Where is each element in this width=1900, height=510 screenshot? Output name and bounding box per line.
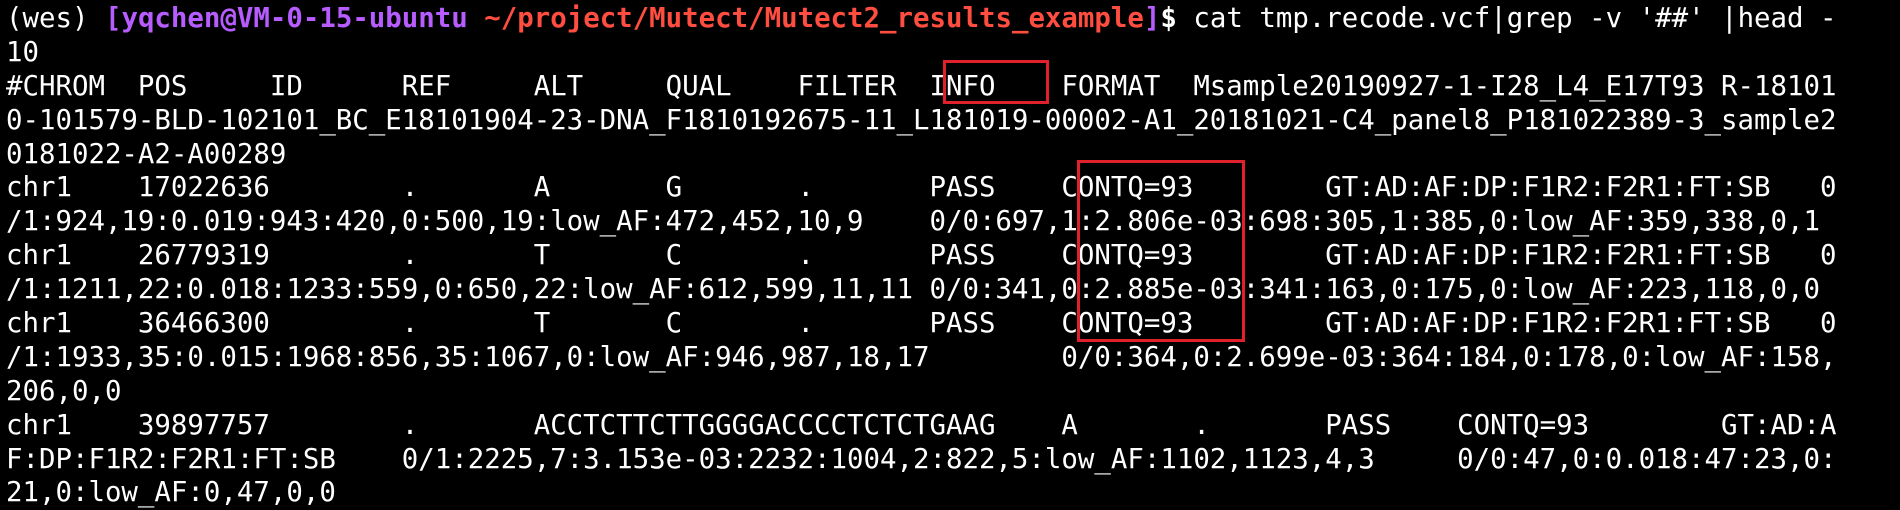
vcf-record-3-wrap-2: 206,0,0 (6, 375, 122, 407)
vcf-header-line: #CHROM POS ID REF ALT QUAL FILTER INFO F… (6, 70, 1837, 102)
vcf-record-4-wrap-1: F:DP:F1R2:F2R1:FT:SB 0/1:2225,7:3.153e-0… (6, 443, 1837, 475)
vcf-record-3-wrap-1: /1:1933,35:0.015:1968:856,35:1067,0:low_… (6, 341, 1837, 373)
vcf-record-3: chr1 36466300 . T C . PASS CONTQ=93 GT:A… (6, 308, 1837, 340)
vcf-record-4: chr1 39897757 . ACCTCTTCTTGGGGACCCCTCTCT… (6, 409, 1837, 441)
shell-command: cat tmp.recode.vcf|grep -v '##' |head - (1193, 3, 1837, 34)
vcf-record-2: chr1 26779319 . T C . PASS CONTQ=93 GT:A… (6, 240, 1837, 272)
conda-env-label: (wes) (6, 3, 105, 34)
vcf-record-4-wrap-2: 21,0:low_AF:0,47,0,0 (6, 477, 336, 509)
prompt-symbol: $ (1160, 3, 1194, 34)
prompt-close-bracket: ] (1143, 3, 1161, 34)
vcf-record-2-wrap: /1:1211,22:0.018:1233:559,0:650,22:low_A… (6, 274, 1820, 306)
prompt-user-host: yqchen@VM-0-15-ubuntu (121, 3, 468, 34)
vcf-record-1-wrap: /1:924,19:0.019:943:420,0:500,19:low_AF:… (6, 206, 1820, 238)
vcf-header-line-wrap-2: 0181022-A2-A00289 (6, 138, 287, 170)
prompt-line: (wes) [yqchen@VM-0-15-ubuntu ~/project/M… (6, 2, 1900, 36)
vcf-header-line-wrap-1: 0-101579-BLD-102101_BC_E18101904-23-DNA_… (6, 104, 1837, 136)
prompt-open-bracket: [ (104, 3, 122, 34)
terminal-window[interactable]: (wes) [yqchen@VM-0-15-ubuntu ~/project/M… (0, 0, 1900, 510)
prompt-path: ~/project/Mutect/Mutect2_results_example (467, 3, 1144, 34)
output-line-1: 10 (6, 36, 39, 68)
vcf-record-1: chr1 17022636 . A G . PASS CONTQ=93 GT:A… (6, 172, 1837, 204)
